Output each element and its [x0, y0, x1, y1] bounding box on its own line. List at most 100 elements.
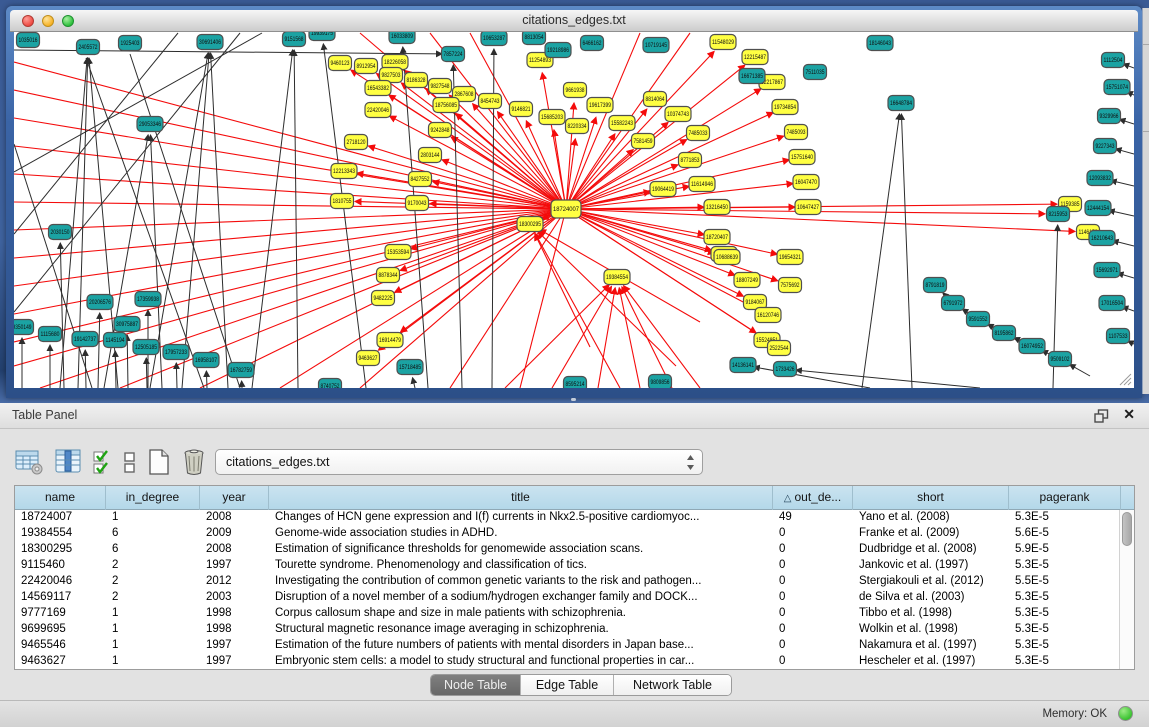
graph-node[interactable]: 7511035 [804, 65, 827, 80]
table-row[interactable]: 2242004622012Investigating the contribut… [15, 574, 1134, 590]
graph-node[interactable]: 13216450 [704, 200, 730, 215]
graph-node[interactable]: 19654321 [777, 250, 803, 265]
graph-node[interactable]: 2522544 [768, 341, 791, 356]
graph-node[interactable]: 16648784 [888, 96, 914, 111]
table-cell[interactable]: 2008 [200, 542, 269, 558]
select-all-columns-button[interactable] [92, 447, 114, 477]
graph-node[interactable]: 18300295 [517, 217, 543, 232]
graph-edge[interactable] [566, 183, 793, 209]
graph-edge[interactable] [403, 47, 428, 388]
graph-edge[interactable] [14, 62, 566, 209]
graph-node[interactable]: 8771853 [679, 153, 702, 168]
network-window[interactable]: citations_edges.txt 18724007183002951938… [6, 6, 1142, 398]
graph-node[interactable]: 8427552 [409, 172, 432, 187]
graph-node[interactable]: 11614946 [689, 177, 715, 192]
table-row[interactable]: 1872400712008Changes of HCN gene express… [15, 510, 1134, 526]
graph-node[interactable]: 15692971 [1094, 263, 1120, 278]
graph-node[interactable]: 10647427 [795, 200, 821, 215]
graph-node[interactable]: 6791972 [942, 296, 965, 311]
graph-node[interactable]: 16958107 [193, 353, 219, 368]
table-cell[interactable]: 6 [106, 526, 200, 542]
graph-node[interactable]: 18807249 [734, 273, 760, 288]
graph-node[interactable]: 18756085 [433, 98, 459, 113]
graph-node[interactable]: 16914479 [377, 333, 403, 348]
graph-edge[interactable] [552, 286, 611, 388]
table-cell[interactable]: 1997 [200, 654, 269, 670]
graph-edge[interactable] [505, 285, 609, 388]
graph-edge[interactable] [598, 288, 615, 388]
graph-node[interactable]: 9170043 [406, 196, 429, 211]
close-panel-icon[interactable]: ✕ [1123, 406, 1135, 423]
graph-node[interactable]: 9146821 [510, 102, 533, 117]
graph-node[interactable]: 16120746 [755, 308, 781, 323]
graph-node[interactable]: 9350149 [14, 320, 34, 335]
graph-node[interactable]: 9460123 [329, 56, 352, 71]
graph-edge[interactable] [40, 209, 566, 388]
graph-node[interactable]: 30691406 [197, 35, 223, 50]
graph-edge[interactable] [535, 234, 620, 388]
graph-node[interactable]: 30975887 [114, 317, 140, 332]
graph-node[interactable]: 1115680 [39, 327, 62, 342]
row-height-button[interactable] [123, 447, 137, 477]
graph-edge[interactable] [453, 65, 462, 388]
graph-node[interactable]: 1733426 [774, 362, 797, 377]
table-cell[interactable]: Franke et al. (2009) [853, 526, 1009, 542]
graph-node[interactable]: 17957233 [163, 345, 189, 360]
table-cell[interactable]: 1 [106, 606, 200, 622]
table-cell[interactable]: 18724007 [15, 510, 106, 526]
graph-node[interactable]: 7575692 [779, 278, 802, 293]
graph-node[interactable]: 2405572 [77, 40, 100, 55]
graph-node[interactable]: 1810755 [331, 194, 354, 209]
table-cell[interactable]: 0 [773, 574, 853, 590]
tab-node-table[interactable]: Node Table [431, 675, 521, 695]
graph-node[interactable]: 18720407 [704, 230, 730, 245]
graph-node[interactable]: 19384554 [604, 270, 630, 285]
table-cell[interactable]: 0 [773, 622, 853, 638]
table-cell[interactable]: Genome-wide association studies in ADHD. [269, 526, 773, 542]
graph-edge[interactable] [176, 363, 177, 388]
table-cell[interactable]: 0 [773, 558, 853, 574]
table-cell[interactable]: Corpus callosum shape and size in male p… [269, 606, 773, 622]
graph-edge[interactable] [323, 44, 366, 388]
graph-node[interactable]: 19142737 [72, 332, 98, 347]
table-cell[interactable]: Structural magnetic resonance image aver… [269, 622, 773, 638]
graph-node[interactable]: 20206576 [87, 295, 113, 310]
graph-node[interactable]: 19218986 [545, 43, 571, 58]
table-cell[interactable]: 49 [773, 510, 853, 526]
table-cell[interactable]: Nakamura et al. (1997) [853, 638, 1009, 654]
table-cell[interactable]: 9699695 [15, 622, 106, 638]
graph-node[interactable]: 8912954 [355, 59, 378, 74]
column-header-out_de[interactable]: △out_de... [773, 486, 853, 510]
table-row[interactable]: 977716911998Corpus callosum shape and si… [15, 606, 1134, 622]
table-cell[interactable]: 1998 [200, 606, 269, 622]
graph-node[interactable]: 18724007 [551, 200, 581, 218]
table-row[interactable]: 1830029562008Estimation of significance … [15, 542, 1134, 558]
table-cell[interactable]: Hescheler et al. (1997) [853, 654, 1009, 670]
graph-edge[interactable] [1123, 64, 1134, 68]
network-canvas[interactable]: 18724007 18300295 19384554 94601238912954 18… [14, 32, 1134, 388]
graph-node[interactable]: 8186328 [405, 73, 428, 88]
graph-node[interactable]: 2718120 [345, 135, 368, 150]
column-header-in_degree[interactable]: in_degree [106, 486, 200, 510]
graph-edge[interactable] [566, 209, 777, 254]
table-cell[interactable]: 9463627 [15, 654, 106, 670]
graph-node[interactable]: 8814064 [644, 92, 667, 107]
graph-edge[interactable] [211, 53, 228, 388]
graph-node[interactable]: 12093832 [1087, 171, 1113, 186]
graph-node[interactable]: 8791819 [924, 278, 947, 293]
table-cell[interactable]: 9465546 [15, 638, 106, 654]
graph-node[interactable]: 8878344 [377, 268, 400, 283]
table-cell[interactable]: 1 [106, 638, 200, 654]
graph-node[interactable]: 10719145 [643, 38, 669, 53]
table-cell[interactable]: 5.3E-5 [1009, 606, 1121, 622]
graph-node[interactable]: 19734854 [772, 100, 798, 115]
table-selector-dropdown[interactable]: citations_edges.txt [215, 449, 703, 475]
delete-table-button[interactable] [181, 447, 207, 477]
table-cell[interactable]: 5.3E-5 [1009, 510, 1121, 526]
graph-node[interactable]: 8595214 [564, 377, 587, 389]
table-cell[interactable]: 0 [773, 654, 853, 670]
table-cell[interactable]: Embryonic stem cells: a model to study s… [269, 654, 773, 670]
graph-node[interactable]: 15751640 [789, 150, 815, 165]
graph-edge[interactable] [14, 209, 566, 286]
graph-node[interactable]: 9482225 [372, 291, 395, 306]
